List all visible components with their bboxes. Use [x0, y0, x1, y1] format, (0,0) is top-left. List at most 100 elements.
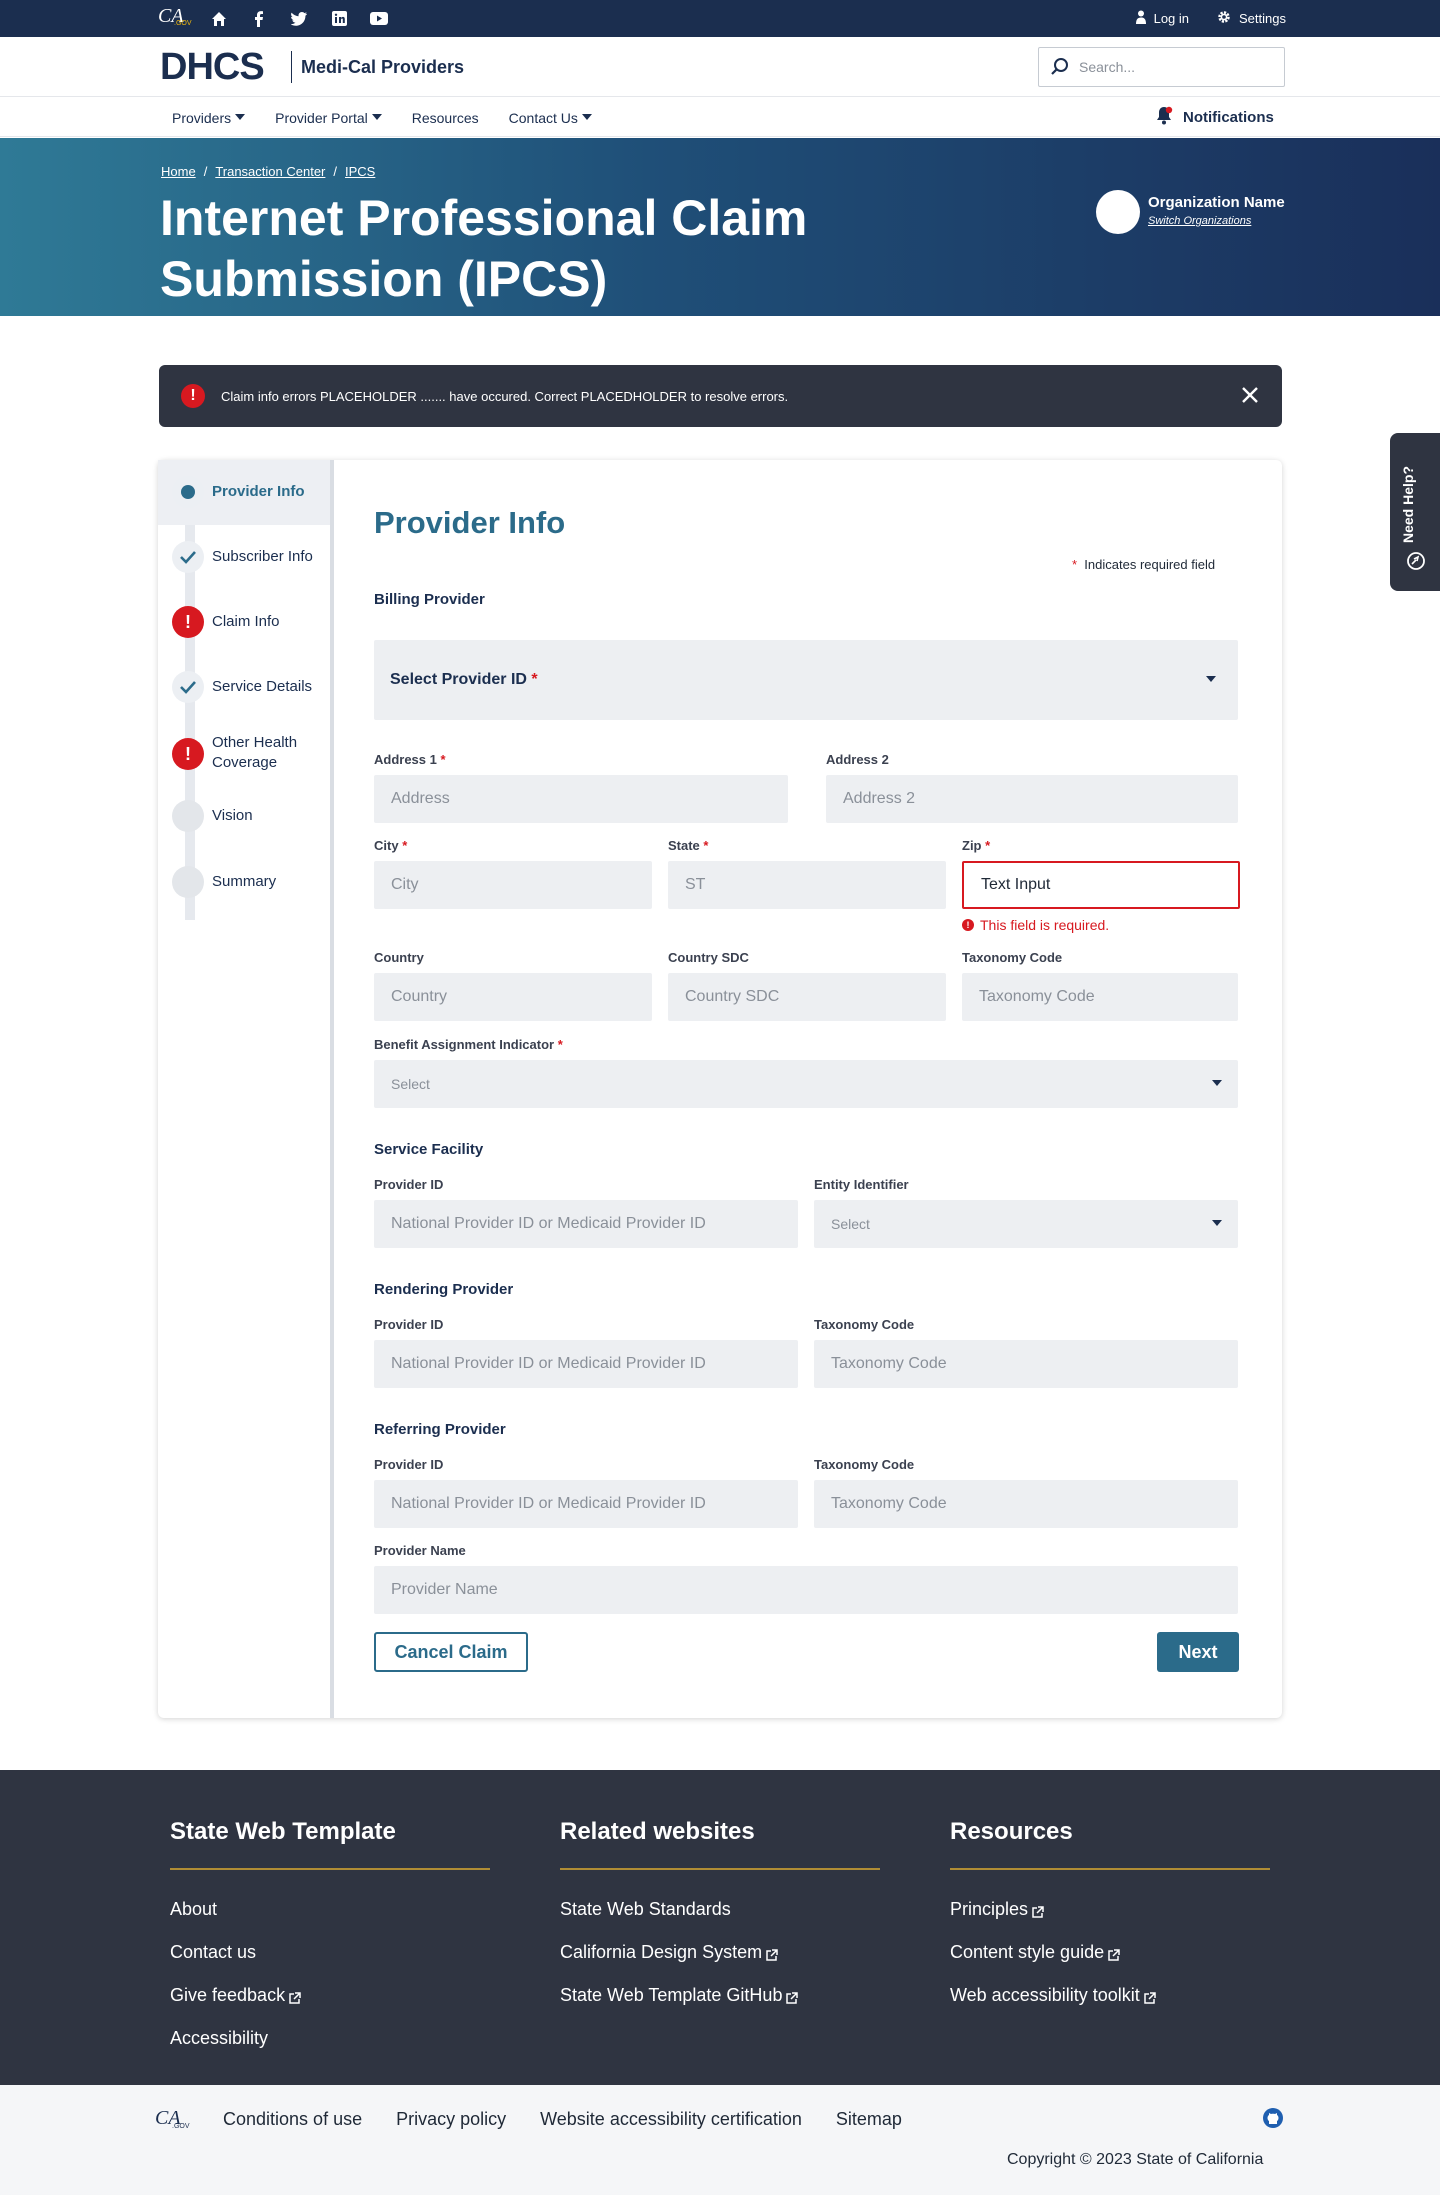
rendering-taxonomy-label: Taxonomy Code [814, 1317, 915, 1332]
facebook-icon[interactable] [250, 10, 268, 28]
need-help-tab[interactable]: Need Help? [1390, 433, 1440, 591]
page-title: Internet Professional Claim Submission (… [160, 190, 808, 307]
caret-down-icon [581, 113, 592, 120]
service-facility-provider-id-input[interactable]: National Provider ID or Medicaid Provide… [374, 1200, 798, 1248]
dhcs-logo[interactable]: DHCS [160, 47, 265, 87]
footer-link-about[interactable]: About [170, 1888, 490, 1931]
benefit-assignment-select[interactable]: Select [374, 1060, 1238, 1108]
footer-link-accessibility-certification[interactable]: Website accessibility certification [540, 2109, 802, 2130]
gear-icon [1217, 10, 1231, 27]
state-label: State * [668, 838, 709, 853]
footer-link-state-web-template-github[interactable]: State Web Template GitHub [560, 1974, 880, 2017]
external-link-icon [785, 1989, 799, 2004]
step-claim-info[interactable]: ! Claim Info [158, 590, 330, 655]
error-icon: ! [962, 919, 974, 931]
referring-provider-id-input[interactable]: National Provider ID or Medicaid Provide… [374, 1480, 798, 1528]
step-service-details[interactable]: Service Details [158, 655, 330, 720]
form-title: Provider Info [374, 505, 566, 540]
footer-column-state-web-template: State Web Template About Contact us Give… [170, 1818, 490, 2060]
select-provider-id-dropdown[interactable]: Select Provider ID * [374, 640, 1238, 720]
breadcrumb-transaction-center[interactable]: Transaction Center [215, 164, 325, 179]
nav-resources[interactable]: Resources [412, 110, 479, 126]
youtube-icon[interactable] [370, 10, 388, 28]
step-other-health-coverage[interactable]: ! Other Health Coverage [158, 720, 330, 790]
help-icon [1406, 551, 1426, 571]
breadcrumb-home[interactable]: Home [161, 164, 196, 179]
rendering-provider-id-input[interactable]: National Provider ID or Medicaid Provide… [374, 1340, 798, 1388]
service-facility-provider-id-label: Provider ID [374, 1177, 444, 1192]
alert-message: Claim info errors PLACEHOLDER ....... ha… [221, 388, 789, 404]
footer-link-web-accessibility-toolkit[interactable]: Web accessibility toolkit [950, 1974, 1270, 2017]
taxonomy-code-input[interactable]: Taxonomy Code [962, 973, 1238, 1021]
footer-link-sitemap[interactable]: Sitemap [836, 2109, 902, 2130]
current-step-icon [172, 476, 204, 508]
github-icon[interactable] [1262, 2107, 1284, 2129]
step-subscriber-info[interactable]: Subscriber Info [158, 525, 330, 590]
brand-header: DHCS Medi-Cal Providers Search... [0, 37, 1440, 97]
footer-link-contact-us[interactable]: Contact us [170, 1931, 490, 1974]
notifications-button[interactable]: Notifications [1155, 98, 1274, 137]
footer-link-accessibility[interactable]: Accessibility [170, 2017, 490, 2060]
footer-link-give-feedback[interactable]: Give feedback [170, 1974, 490, 2017]
referring-provider-id-label: Provider ID [374, 1457, 444, 1472]
site-title[interactable]: Medi-Cal Providers [301, 57, 464, 78]
entity-identifier-select[interactable]: Select [814, 1200, 1238, 1248]
ca-gov-logo[interactable]: CA .GOV [158, 5, 192, 33]
taxonomy-code-label: Taxonomy Code [962, 950, 1063, 965]
error-alert: ! Claim info errors PLACEHOLDER ....... … [159, 365, 1282, 427]
nav-contact-us[interactable]: Contact Us [509, 110, 592, 126]
external-link-icon [765, 1946, 778, 1961]
step-vision[interactable]: Vision [158, 790, 330, 850]
close-icon[interactable] [1240, 385, 1260, 405]
pending-step-icon [172, 800, 204, 832]
next-button[interactable]: Next [1157, 1632, 1239, 1672]
required-note: * Indicates required field [1072, 557, 1216, 572]
rendering-taxonomy-input[interactable]: Taxonomy Code [814, 1340, 1238, 1388]
site-footer: State Web Template About Contact us Give… [0, 1770, 1440, 2085]
footer-link-content-style-guide[interactable]: Content style guide [950, 1931, 1270, 1974]
settings-link[interactable]: Settings [1217, 10, 1286, 27]
zip-error-message: ! This field is required. [962, 917, 1109, 933]
zip-input[interactable]: Text Input [962, 861, 1240, 909]
city-label: City * [374, 838, 408, 853]
address1-input[interactable]: Address [374, 775, 788, 823]
breadcrumb-ipcs[interactable]: IPCS [345, 164, 375, 179]
search-input[interactable]: Search... [1038, 47, 1285, 87]
ca-gov-logo[interactable]: CA .GOV [155, 2107, 190, 2137]
state-input[interactable]: ST [668, 861, 946, 909]
footer-link-state-web-standards[interactable]: State Web Standards [560, 1888, 880, 1931]
footer-link-conditions-of-use[interactable]: Conditions of use [223, 2109, 362, 2130]
address2-label: Address 2 [826, 752, 889, 767]
caret-down-icon [235, 113, 246, 120]
zip-label: Zip * [962, 838, 991, 853]
footer-link-principles[interactable]: Principles [950, 1888, 1270, 1931]
claim-form-card: Provider Info Subscriber Info ! Claim In… [158, 460, 1282, 1718]
error-icon: ! [172, 606, 204, 638]
linkedin-icon[interactable] [330, 10, 348, 28]
footer-link-privacy-policy[interactable]: Privacy policy [396, 2109, 506, 2130]
login-link[interactable]: Log in [1135, 10, 1189, 27]
country-sdc-input[interactable]: Country SDC [668, 973, 946, 1021]
utility-bar: CA .GOV Log in Settings [0, 0, 1440, 37]
home-icon[interactable] [210, 10, 228, 28]
external-link-icon [288, 1989, 301, 2004]
section-referring-provider: Referring Provider [374, 1421, 506, 1438]
address2-input[interactable]: Address 2 [826, 775, 1238, 823]
page-hero: Home / Transaction Center / IPCS Interne… [0, 138, 1440, 316]
twitter-icon[interactable] [290, 10, 308, 28]
step-summary[interactable]: Summary [158, 850, 330, 920]
footer-link-california-design-system[interactable]: California Design System [560, 1931, 880, 1974]
cancel-claim-button[interactable]: Cancel Claim [374, 1632, 528, 1672]
step-provider-info[interactable]: Provider Info [158, 460, 330, 525]
provider-name-input[interactable]: Provider Name [374, 1566, 1238, 1614]
nav-provider-portal[interactable]: Provider Portal [275, 110, 382, 126]
caret-down-icon [1212, 1220, 1222, 1226]
referring-taxonomy-input[interactable]: Taxonomy Code [814, 1480, 1238, 1528]
city-input[interactable]: City [374, 861, 652, 909]
footer-column-resources: Resources Principles Content style guide… [950, 1818, 1270, 2017]
country-input[interactable]: Country [374, 973, 652, 1021]
external-link-icon [1143, 1989, 1156, 2004]
switch-organizations-link[interactable]: Switch Organizations [1148, 215, 1251, 227]
entity-identifier-label: Entity Identifier [814, 1177, 909, 1192]
nav-providers[interactable]: Providers [172, 110, 246, 126]
